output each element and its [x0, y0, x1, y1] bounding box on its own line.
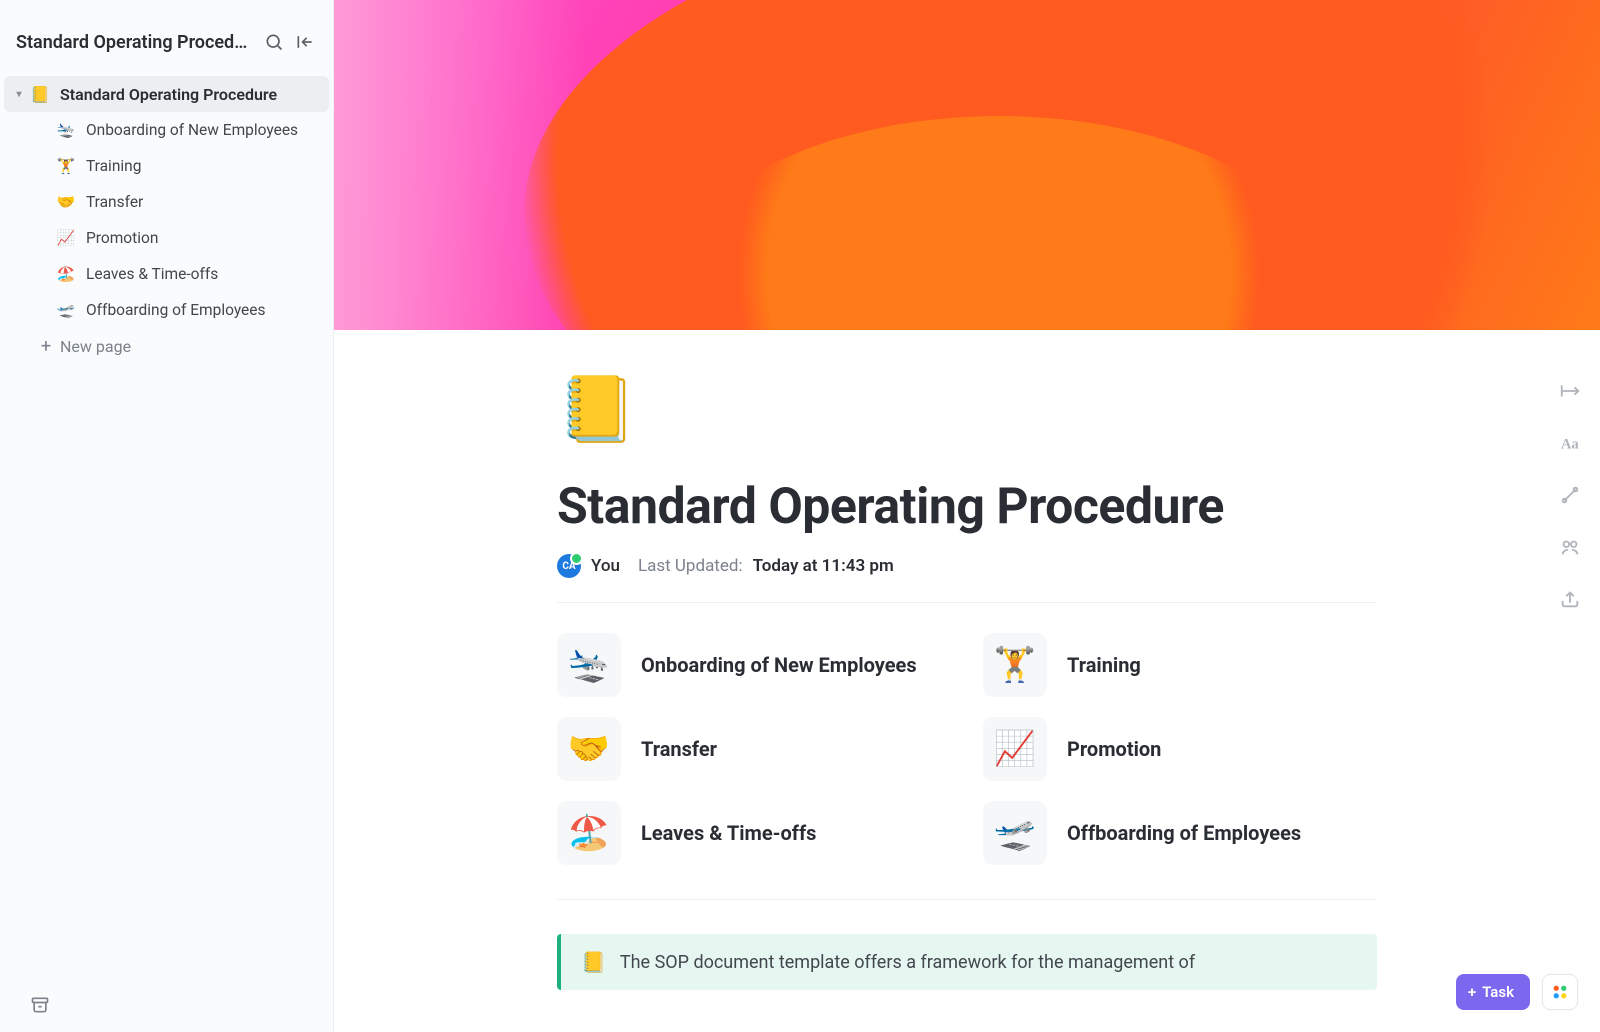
- section-link-onboarding[interactable]: 🛬 Onboarding of New Employees: [557, 633, 951, 697]
- section-label: Training: [1067, 653, 1141, 677]
- new-page-label: New page: [60, 337, 131, 356]
- section-emoji: 📈: [983, 717, 1047, 781]
- page-emoji: 📒: [28, 85, 52, 104]
- task-label: Task: [1482, 983, 1514, 1001]
- section-emoji: 🤝: [557, 717, 621, 781]
- section-label: Offboarding of Employees: [1067, 821, 1301, 845]
- doc-icon[interactable]: 📒: [557, 378, 1377, 442]
- main-area: 📒 Standard Operating Procedure CA You La…: [334, 0, 1600, 1032]
- bottom-right-actions: + Task: [1456, 974, 1578, 1010]
- section-link-promotion[interactable]: 📈 Promotion: [983, 717, 1377, 781]
- page-emoji: 📈: [54, 229, 78, 247]
- section-label: Onboarding of New Employees: [641, 653, 917, 677]
- section-link-offboarding[interactable]: 🛫 Offboarding of Employees: [983, 801, 1377, 865]
- page-tree: ▾ 📒 Standard Operating Procedure 🛬 Onboa…: [0, 72, 333, 364]
- ai-icon[interactable]: [1559, 536, 1581, 558]
- tree-item-label: Onboarding of New Employees: [86, 121, 298, 139]
- plus-icon: +: [34, 336, 58, 357]
- right-rail: Aa: [1540, 380, 1600, 610]
- font-style-icon[interactable]: Aa: [1559, 432, 1581, 454]
- section-link-leaves[interactable]: 🏖️ Leaves & Time-offs: [557, 801, 951, 865]
- expand-width-icon[interactable]: [1559, 380, 1581, 402]
- tree-item-leaves[interactable]: 🏖️ Leaves & Time-offs: [4, 256, 329, 292]
- section-label: Transfer: [641, 737, 717, 761]
- tree-item-label: Leaves & Time-offs: [86, 265, 218, 283]
- apps-button[interactable]: [1542, 974, 1578, 1010]
- tree-item-training[interactable]: 🏋️ Training: [4, 148, 329, 184]
- last-updated-label: Last Updated:: [638, 556, 743, 576]
- svg-text:Aa: Aa: [1561, 437, 1580, 453]
- sidebar-header: Standard Operating Procedure: [0, 0, 333, 72]
- caret-down-icon[interactable]: ▾: [10, 89, 28, 100]
- doc-meta: CA You Last Updated: Today at 11:43 pm: [557, 554, 1377, 603]
- tree-root[interactable]: ▾ 📒 Standard Operating Procedure: [4, 76, 329, 112]
- tree-item-onboarding[interactable]: 🛬 Onboarding of New Employees: [4, 112, 329, 148]
- search-icon[interactable]: [262, 30, 285, 54]
- section-grid: 🛬 Onboarding of New Employees 🏋️ Trainin…: [557, 603, 1377, 900]
- page-emoji: 🛫: [54, 301, 78, 319]
- relationships-icon[interactable]: [1559, 484, 1581, 506]
- tree-item-label: Promotion: [86, 229, 158, 247]
- author-label: You: [591, 556, 620, 576]
- callout-emoji: 📒: [581, 950, 606, 974]
- collapse-sidebar-icon[interactable]: [294, 30, 317, 54]
- section-label: Promotion: [1067, 737, 1161, 761]
- page-title[interactable]: Standard Operating Procedure: [557, 478, 1377, 536]
- tree-item-label: Transfer: [86, 193, 143, 211]
- tree-item-promotion[interactable]: 📈 Promotion: [4, 220, 329, 256]
- tree-item-label: Training: [86, 157, 141, 175]
- section-emoji: 🏖️: [557, 801, 621, 865]
- page-emoji: 🛬: [54, 121, 78, 139]
- tree-item-transfer[interactable]: 🤝 Transfer: [4, 184, 329, 220]
- tree-item-label: Offboarding of Employees: [86, 301, 266, 319]
- plus-icon: +: [1468, 983, 1476, 1001]
- last-updated-time: Today at 11:43 pm: [753, 556, 894, 576]
- page-emoji: 🏖️: [54, 265, 78, 283]
- archive-icon[interactable]: [0, 978, 333, 1032]
- section-emoji: 🏋️: [983, 633, 1047, 697]
- document-body: 📒 Standard Operating Procedure CA You La…: [334, 330, 1600, 1032]
- avatar[interactable]: CA: [557, 554, 581, 578]
- share-icon[interactable]: [1559, 588, 1581, 610]
- callout-block[interactable]: 📒 The SOP document template offers a fra…: [557, 934, 1377, 990]
- section-emoji: 🛫: [983, 801, 1047, 865]
- section-label: Leaves & Time-offs: [641, 821, 816, 845]
- tree-item-offboarding[interactable]: 🛫 Offboarding of Employees: [4, 292, 329, 328]
- section-link-training[interactable]: 🏋️ Training: [983, 633, 1377, 697]
- page-emoji: 🤝: [54, 193, 78, 211]
- new-task-button[interactable]: + Task: [1456, 974, 1530, 1010]
- section-emoji: 🛬: [557, 633, 621, 697]
- cover-image[interactable]: [334, 0, 1600, 330]
- tree-root-label: Standard Operating Procedure: [60, 85, 277, 104]
- section-link-transfer[interactable]: 🤝 Transfer: [557, 717, 951, 781]
- sidebar: Standard Operating Procedure ▾ 📒 Standar…: [0, 0, 334, 1032]
- new-page-button[interactable]: + New page: [4, 328, 329, 364]
- callout-text: The SOP document template offers a frame…: [620, 952, 1195, 973]
- sidebar-title: Standard Operating Procedure: [16, 32, 254, 53]
- page-emoji: 🏋️: [54, 157, 78, 175]
